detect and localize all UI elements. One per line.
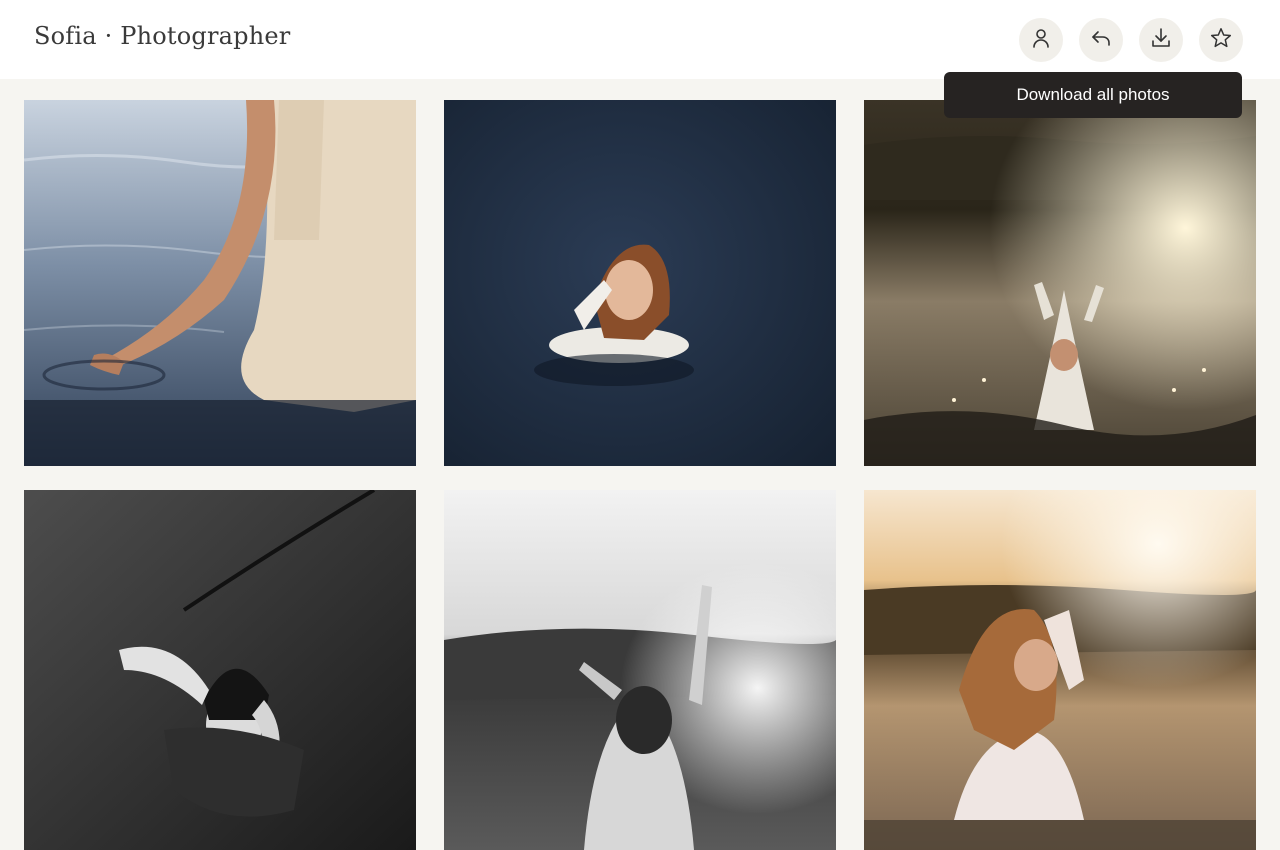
share-button[interactable] bbox=[1079, 18, 1123, 62]
photo-sunset-shirt bbox=[864, 490, 1256, 850]
photo-bw-portrait bbox=[24, 490, 416, 850]
brand-title[interactable]: Sofia · Photographer bbox=[34, 22, 290, 50]
top-header: Sofia · Photographer bbox=[0, 0, 1280, 79]
gallery-photo[interactable] bbox=[864, 490, 1256, 850]
photo-bw-raised-arms bbox=[444, 490, 836, 850]
user-icon bbox=[1029, 26, 1053, 55]
photo-woman-floating bbox=[444, 100, 836, 466]
download-tooltip: Download all photos bbox=[944, 72, 1242, 118]
favorite-button[interactable] bbox=[1199, 18, 1243, 62]
reply-icon bbox=[1089, 26, 1113, 55]
gallery-photo[interactable] bbox=[24, 490, 416, 850]
gallery-photo[interactable] bbox=[444, 100, 836, 466]
profile-button[interactable] bbox=[1019, 18, 1063, 62]
download-all-button[interactable] bbox=[1139, 18, 1183, 62]
gallery-photo[interactable] bbox=[864, 100, 1256, 466]
photo-sunset-splash bbox=[864, 100, 1256, 466]
photo-hand-in-water bbox=[24, 100, 416, 466]
gallery-photo[interactable] bbox=[444, 490, 836, 850]
star-icon bbox=[1209, 26, 1233, 55]
gallery-photo[interactable] bbox=[24, 100, 416, 466]
download-icon bbox=[1149, 26, 1173, 55]
